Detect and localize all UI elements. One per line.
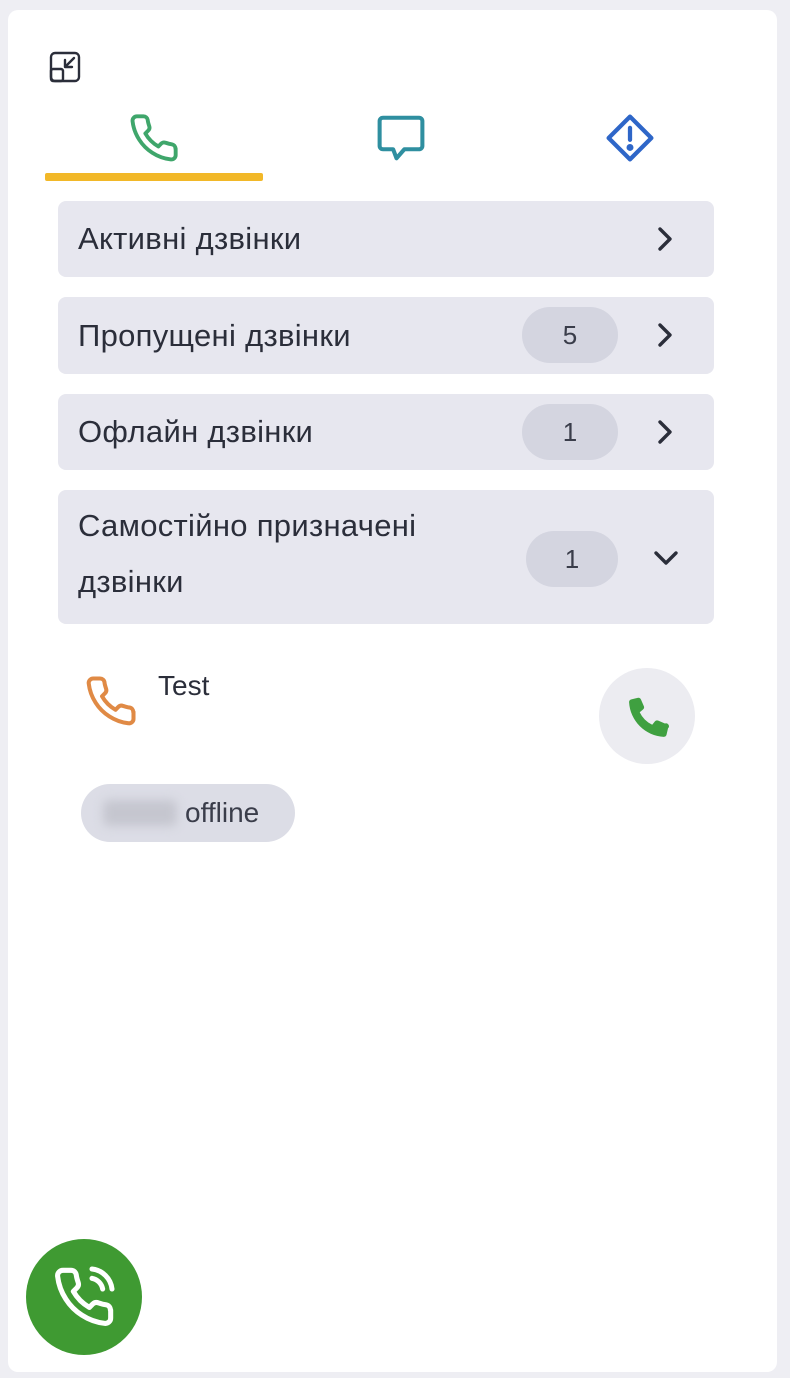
chevron-right-icon xyxy=(650,224,680,254)
section-active-calls[interactable]: Активні дзвінки xyxy=(58,201,714,277)
chevron-right-icon xyxy=(650,320,680,350)
status-text: offline xyxy=(185,797,260,828)
status-badge: offline xyxy=(81,784,295,842)
section-label: Офлайн дзвінки xyxy=(78,414,314,449)
tab-chat[interactable] xyxy=(292,98,510,178)
phone-ringing-icon xyxy=(55,1266,115,1326)
tab-alerts[interactable] xyxy=(521,98,739,178)
calls-panel: Активні дзвінки Пропущені дзвінки 5 Офла… xyxy=(8,10,777,1372)
section-label-line1: Самостійно призначені xyxy=(78,508,417,543)
chevron-down-icon xyxy=(651,543,681,573)
section-label: Пропущені дзвінки xyxy=(78,318,351,353)
redacted-text xyxy=(103,800,177,826)
phone-incoming-icon xyxy=(84,674,138,728)
phone-fab-button[interactable] xyxy=(26,1239,142,1355)
chat-icon xyxy=(377,115,425,161)
caller-name: Test xyxy=(158,670,210,701)
tab-bar xyxy=(8,98,777,183)
count-badge: 1 xyxy=(522,404,618,460)
section-label: Активні дзвінки xyxy=(78,221,302,256)
section-missed-calls[interactable]: Пропущені дзвінки 5 xyxy=(58,297,714,374)
section-label-line2: дзвінки xyxy=(78,564,184,599)
alert-diamond-icon xyxy=(606,114,654,162)
phone-icon xyxy=(130,114,178,162)
chevron-right-icon xyxy=(650,417,680,447)
section-self-assigned-calls[interactable]: Самостійно призначені дзвінки 1 xyxy=(58,490,714,624)
phone-answer-icon xyxy=(629,697,669,737)
section-offline-calls[interactable]: Офлайн дзвінки 1 xyxy=(58,394,714,470)
active-tab-indicator xyxy=(45,173,263,181)
answer-call-button[interactable] xyxy=(599,668,695,764)
count-badge: 1 xyxy=(526,531,618,587)
collapse-icon[interactable] xyxy=(48,50,82,84)
tab-calls[interactable] xyxy=(45,98,263,178)
count-badge: 5 xyxy=(522,307,618,363)
